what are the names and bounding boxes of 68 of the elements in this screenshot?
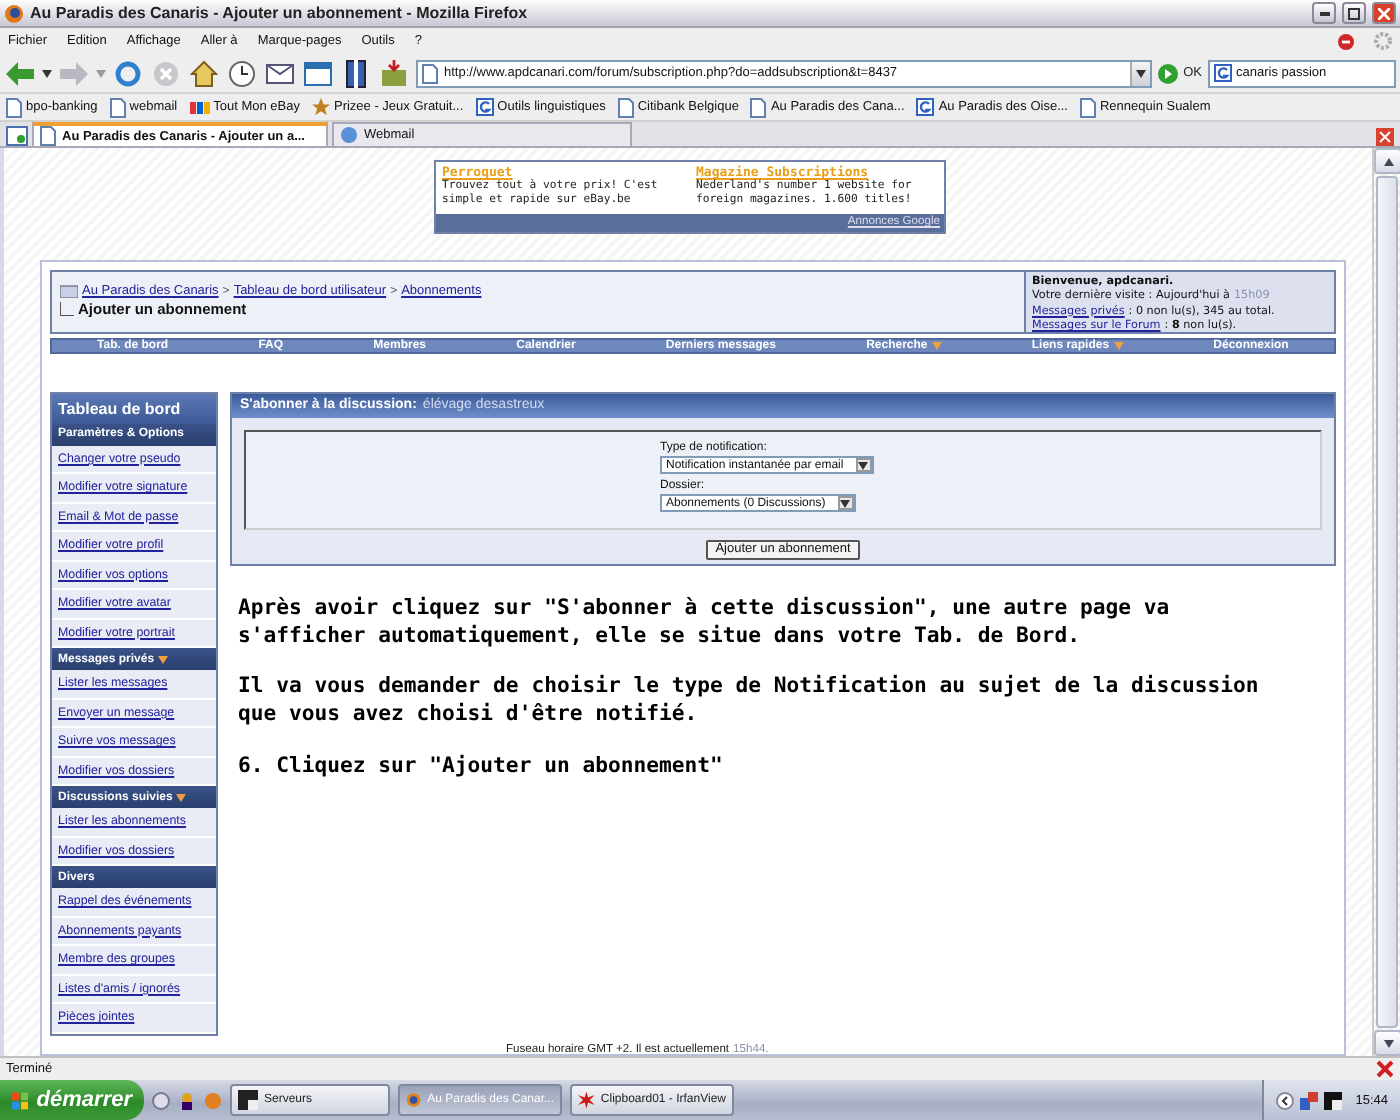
folder-icon [60, 284, 78, 299]
caret-icon [96, 69, 106, 77]
firefox-icon [4, 3, 24, 23]
page-icon [1079, 97, 1096, 117]
caret-icon [42, 69, 52, 77]
reload-icon [114, 59, 142, 87]
caret-icon [158, 655, 169, 664]
window-title: Au Paradis des Canaris - Ajouter un abonnement - Mozilla Firefox [30, 4, 530, 22]
home-icon [190, 59, 218, 87]
caret-icon [176, 793, 187, 802]
scroll-down-button[interactable] [1374, 1030, 1400, 1056]
bookmarks-button[interactable] [340, 57, 372, 89]
page-icon [109, 97, 126, 117]
close-tab-icon [1376, 128, 1394, 146]
star-icon [311, 98, 330, 116]
close-icon [1376, 1060, 1394, 1078]
down-arrow-icon [1383, 1039, 1393, 1047]
stop-icon [152, 59, 180, 87]
new-window-button[interactable] [302, 57, 334, 89]
monitor-icon [1323, 1091, 1342, 1109]
g-logo-icon [916, 98, 935, 116]
download-button[interactable] [378, 57, 410, 89]
caret-icon [840, 499, 851, 508]
caret-icon [1113, 341, 1124, 350]
g-logo-icon [475, 98, 494, 116]
new-tab-icon [6, 126, 28, 146]
caret-icon [858, 461, 869, 470]
window-icon [304, 61, 332, 85]
caret-icon [1135, 69, 1146, 77]
close-button[interactable] [1372, 2, 1396, 24]
disc-icon [152, 1091, 170, 1109]
box-icon [380, 60, 408, 86]
book-icon [346, 59, 366, 87]
instruction-paragraph: Après avoir cliquez sur "S'abonner à cette discussion", une autre page va s'afficher automatiquement, elle se situe dans votre Tab. de Bord. [238, 593, 1172, 651]
terminal-icon [238, 1090, 258, 1110]
minimize-button[interactable] [1312, 2, 1336, 24]
instruction-paragraph: 6. Cliquez sur "Ajouter un abonnement" [238, 751, 725, 781]
windows-logo-icon [12, 1089, 29, 1111]
up-arrow-icon [1383, 157, 1393, 165]
restore-icon [1348, 7, 1360, 19]
clock-icon [228, 59, 256, 87]
page-icon [750, 97, 767, 117]
chevron-icon [1275, 1091, 1294, 1109]
home-button[interactable] [188, 57, 220, 89]
caret-icon [931, 341, 942, 350]
splash-icon [578, 1090, 595, 1110]
scroll-thumb[interactable] [1376, 176, 1398, 1028]
stop-sign-icon [1338, 33, 1354, 49]
page-icon [617, 97, 634, 117]
vertical-scrollbar[interactable] [1372, 148, 1400, 1056]
history-button[interactable] [226, 57, 258, 89]
instruction-paragraph: Il va vous demander de choisir le type de Notification au sujet de la discussion que vous avez choisi d'être notifié. [238, 672, 1261, 730]
close-icon [1378, 7, 1390, 19]
back-arrow-icon [6, 61, 34, 85]
colored-squares-icon [189, 101, 210, 113]
scroll-up-button[interactable] [1374, 148, 1400, 174]
mail-icon [266, 63, 294, 83]
sidebar-title: Tableau de bord [52, 393, 216, 424]
minimize-icon [1319, 11, 1329, 15]
start-button[interactable]: démarrer [0, 1080, 144, 1120]
page-icon [422, 63, 438, 83]
forward-arrow-icon [60, 61, 88, 85]
network-icon [1299, 1091, 1318, 1109]
maximize-button[interactable] [1342, 2, 1366, 24]
back-button[interactable] [4, 57, 36, 89]
g-logo-icon [1214, 64, 1232, 82]
reload-button[interactable] [112, 57, 144, 89]
person-icon [178, 1091, 196, 1109]
